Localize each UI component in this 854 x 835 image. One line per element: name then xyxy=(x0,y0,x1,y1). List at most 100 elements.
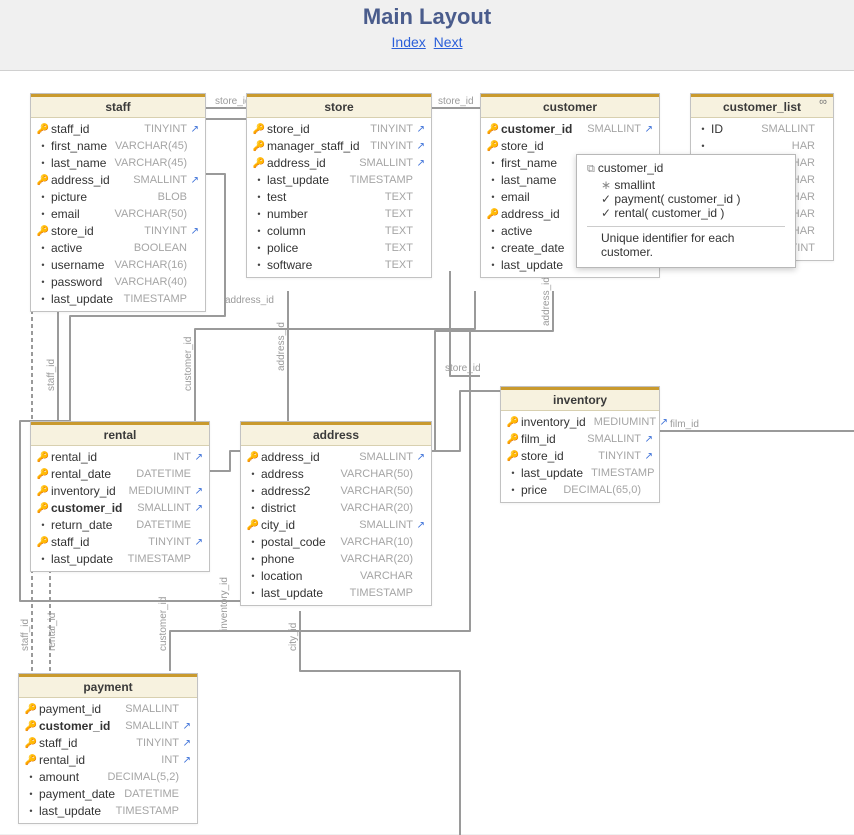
column-row[interactable]: districtVARCHAR(20) xyxy=(241,500,431,517)
column-row[interactable]: manager_staff_idTINYINT xyxy=(247,138,431,155)
entity-body: rental_idINTrental_dateDATETIMEinventory… xyxy=(31,446,209,571)
fk-icon xyxy=(641,432,653,447)
column-name: rental_id xyxy=(51,450,165,465)
column-row[interactable]: rental_idINT xyxy=(31,449,209,466)
column-name: address_id xyxy=(267,156,351,171)
column-row[interactable]: last_updateTIMESTAMP xyxy=(19,803,197,820)
fk-icon xyxy=(641,449,653,464)
key-icon xyxy=(35,536,51,550)
column-row[interactable]: staff_idTINYINT xyxy=(19,735,197,752)
column-row[interactable]: address_idSMALLINT xyxy=(241,449,431,466)
column-name: address_id xyxy=(51,173,125,188)
fk-icon xyxy=(191,450,203,465)
column-row[interactable]: last_updateTIMESTAMP xyxy=(501,465,659,482)
column-row[interactable]: address2VARCHAR(50) xyxy=(241,483,431,500)
column-row[interactable]: last_updateTIMESTAMP xyxy=(247,172,431,189)
column-type: TEXT xyxy=(377,241,413,256)
column-row[interactable]: staff_idTINYINT xyxy=(31,121,205,138)
column-row[interactable]: priceDECIMAL(65,0) xyxy=(501,482,659,499)
column-row[interactable]: last_updateTIMESTAMP xyxy=(241,585,431,602)
column-row[interactable]: rental_idINT xyxy=(19,752,197,769)
entity-store[interactable]: store store_idTINYINTmanager_staff_idTIN… xyxy=(246,93,432,278)
column-row[interactable]: last_nameVARCHAR(45) xyxy=(31,155,205,172)
column-type: TIMESTAMP xyxy=(342,586,413,601)
column-row[interactable]: first_nameVARCHAR(45) xyxy=(31,138,205,155)
fk-icon xyxy=(191,501,203,516)
column-name: customer_id xyxy=(39,719,117,734)
column-row[interactable]: inventory_idMEDIUMINT xyxy=(501,414,659,431)
bullet-icon xyxy=(245,536,261,550)
column-row[interactable]: softwareTEXT xyxy=(247,257,431,274)
column-name: username xyxy=(51,258,106,273)
bullet-icon xyxy=(35,242,51,256)
link-index[interactable]: Index xyxy=(392,34,426,50)
entity-payment[interactable]: payment payment_idSMALLINTcustomer_idSMA… xyxy=(18,673,198,824)
column-name: last_update xyxy=(39,804,108,819)
column-type: DECIMAL(5,2) xyxy=(99,770,179,785)
column-row[interactable]: last_updateTIMESTAMP xyxy=(31,551,209,568)
column-row[interactable]: locationVARCHAR xyxy=(241,568,431,585)
column-row[interactable]: rental_dateDATETIME xyxy=(31,466,209,483)
bullet-icon xyxy=(485,225,501,239)
link-next[interactable]: Next xyxy=(434,34,463,50)
column-row[interactable]: testTEXT xyxy=(247,189,431,206)
entity-inventory[interactable]: inventory inventory_idMEDIUMINTfilm_idSM… xyxy=(500,386,660,503)
column-row[interactable]: store_idTINYINT xyxy=(247,121,431,138)
diagram-canvas[interactable]: store_id store_id address_id address_id … xyxy=(0,70,854,834)
fk-icon xyxy=(179,753,191,768)
column-row[interactable]: activeBOOLEAN xyxy=(31,240,205,257)
bullet-icon xyxy=(251,242,267,256)
column-type: TINYINT xyxy=(136,122,187,137)
column-row[interactable]: film_idSMALLINT xyxy=(501,431,659,448)
entity-header: customer_list xyxy=(691,94,833,118)
column-row[interactable]: inventory_idMEDIUMINT xyxy=(31,483,209,500)
column-row[interactable]: address_idSMALLINT xyxy=(247,155,431,172)
column-row[interactable]: emailVARCHAR(50) xyxy=(31,206,205,223)
column-row[interactable]: columnTEXT xyxy=(247,223,431,240)
column-name: picture xyxy=(51,190,150,205)
column-row[interactable]: pictureBLOB xyxy=(31,189,205,206)
column-row[interactable]: payment_dateDATETIME xyxy=(19,786,197,803)
entity-staff[interactable]: staff staff_idTINYINTfirst_nameVARCHAR(4… xyxy=(30,93,206,312)
column-type: VARCHAR xyxy=(352,569,413,584)
key-icon xyxy=(485,208,501,222)
column-name: store_id xyxy=(501,139,633,154)
column-row[interactable]: HAR xyxy=(691,138,833,155)
column-row[interactable]: phoneVARCHAR(20) xyxy=(241,551,431,568)
fk-icon xyxy=(187,173,199,188)
column-row[interactable]: return_dateDATETIME xyxy=(31,517,209,534)
bullet-icon xyxy=(485,174,501,188)
fk-icon xyxy=(413,139,425,154)
bullet-icon xyxy=(695,123,711,137)
column-type: VARCHAR(10) xyxy=(332,535,413,550)
column-row[interactable]: IDSMALLINT xyxy=(691,121,833,138)
entity-rental[interactable]: rental rental_idINTrental_dateDATETIMEin… xyxy=(30,421,210,572)
column-row[interactable]: postal_codeVARCHAR(10) xyxy=(241,534,431,551)
column-type: SMALLINT xyxy=(129,501,191,516)
column-row[interactable]: last_updateTIMESTAMP xyxy=(31,291,205,308)
page-links: Index Next xyxy=(0,34,854,50)
svg-text:store_id: store_id xyxy=(445,363,481,374)
svg-text:store_id: store_id xyxy=(438,96,474,107)
column-row[interactable]: payment_idSMALLINT xyxy=(19,701,197,718)
column-row[interactable]: usernameVARCHAR(16) xyxy=(31,257,205,274)
column-name: software xyxy=(267,258,377,273)
column-row[interactable]: policeTEXT xyxy=(247,240,431,257)
page-header: Main Layout Index Next xyxy=(0,0,854,50)
column-row[interactable]: customer_idSMALLINT xyxy=(481,121,659,138)
column-row[interactable]: store_idTINYINT xyxy=(501,448,659,465)
column-row[interactable]: customer_idSMALLINT xyxy=(19,718,197,735)
column-row[interactable]: staff_idTINYINT xyxy=(31,534,209,551)
column-row[interactable]: passwordVARCHAR(40) xyxy=(31,274,205,291)
column-row[interactable]: city_idSMALLINT xyxy=(241,517,431,534)
column-row[interactable]: address_idSMALLINT xyxy=(31,172,205,189)
column-row[interactable]: numberTEXT xyxy=(247,206,431,223)
column-row[interactable]: amountDECIMAL(5,2) xyxy=(19,769,197,786)
column-row[interactable]: customer_idSMALLINT xyxy=(31,500,209,517)
column-row[interactable]: store_idTINYINT xyxy=(31,223,205,240)
column-type: SMALLINT xyxy=(125,173,187,188)
column-type: INT xyxy=(165,450,191,465)
column-row[interactable]: addressVARCHAR(50) xyxy=(241,466,431,483)
entity-address[interactable]: address address_idSMALLINTaddressVARCHAR… xyxy=(240,421,432,606)
column-row[interactable]: store_id xyxy=(481,138,659,155)
